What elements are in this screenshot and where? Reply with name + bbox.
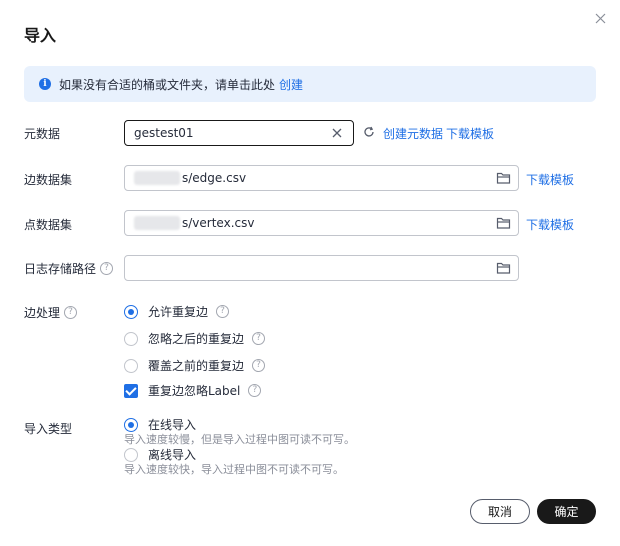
help-icon[interactable]: ? (248, 384, 262, 397)
metadata-download-template-link[interactable]: 下载模板 (446, 125, 494, 142)
import-dialog: 导入 i 如果没有合适的桶或文件夹，请单击此处 创建 元数据 创建元数据 下载模… (0, 0, 620, 546)
edge-download-template-link[interactable]: 下载模板 (526, 171, 574, 188)
radio-button[interactable] (124, 331, 138, 346)
info-text: 如果没有合适的桶或文件夹，请单击此处 (59, 77, 276, 92)
dialog-title: 导入 (24, 26, 57, 45)
vertex-dataset-value: s/vertex.csv (182, 216, 255, 230)
folder-icon[interactable] (496, 171, 511, 185)
edge-dataset-input[interactable]: s/edge.csv (124, 165, 519, 191)
clear-icon[interactable] (331, 127, 343, 139)
create-bucket-link[interactable]: 创建 (279, 76, 303, 93)
log-path-input[interactable] (124, 255, 519, 281)
radio-button[interactable] (124, 447, 138, 462)
help-icon[interactable]: ? (252, 332, 266, 345)
import-type-label: 导入类型 (24, 422, 73, 436)
refresh-icon[interactable] (363, 126, 375, 138)
redacted-path (134, 171, 180, 185)
radio-ignore-later-duplicates[interactable]: 忽略之后的重复边 ? (124, 330, 266, 347)
log-path-label: 日志存储路径 ? (24, 260, 114, 277)
radio-overwrite-earlier-duplicates[interactable]: 覆盖之前的重复边 ? (124, 357, 266, 374)
create-metadata-link[interactable]: 创建元数据 (383, 125, 443, 142)
folder-icon[interactable] (496, 216, 511, 230)
radio-allow-duplicate-edges[interactable]: 允许重复边 ? (124, 303, 230, 320)
info-banner: i 如果没有合适的桶或文件夹，请单击此处 创建 (24, 66, 596, 102)
confirm-button[interactable]: 确定 (537, 499, 596, 524)
vertex-dataset-input[interactable]: s/vertex.csv (124, 210, 519, 236)
folder-icon[interactable] (496, 261, 511, 275)
checkbox-ignore-label[interactable]: 重复边忽略Label ? (124, 382, 262, 399)
help-icon[interactable]: ? (216, 305, 230, 318)
metadata-label: 元数据 (24, 127, 61, 141)
edge-dataset-value: s/edge.csv (182, 171, 247, 185)
radio-button[interactable] (124, 358, 138, 373)
close-icon[interactable] (592, 10, 608, 26)
cancel-button[interactable]: 取消 (470, 499, 530, 524)
edge-handling-label: 边处理 ? (24, 304, 78, 321)
help-icon[interactable]: ? (64, 306, 78, 319)
vertex-download-template-link[interactable]: 下载模板 (526, 216, 574, 233)
edge-dataset-label: 边数据集 (24, 173, 73, 187)
help-icon[interactable]: ? (100, 262, 114, 275)
offline-import-desc: 导入速度较快，导入过程中图不可读不可写。 (124, 463, 344, 476)
online-import-desc: 导入速度较慢，但是导入过程中图可读不可写。 (124, 433, 355, 446)
redacted-path (134, 216, 180, 230)
metadata-input-field[interactable] (134, 126, 324, 140)
radio-button[interactable] (124, 417, 138, 432)
info-icon: i (39, 78, 51, 90)
help-icon[interactable]: ? (252, 359, 266, 372)
radio-button[interactable] (124, 304, 138, 319)
checkbox[interactable] (124, 383, 138, 398)
metadata-input[interactable] (124, 120, 354, 146)
vertex-dataset-label: 点数据集 (24, 218, 73, 232)
